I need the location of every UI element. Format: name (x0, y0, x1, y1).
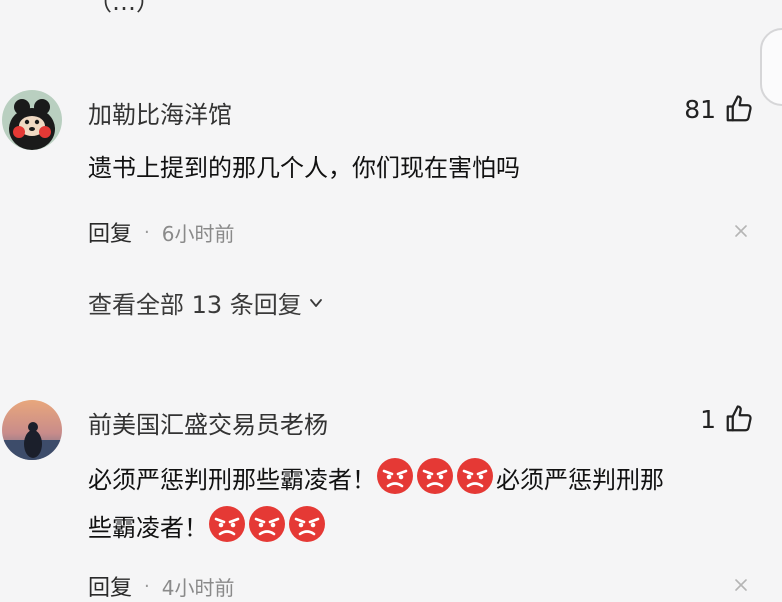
comment-text-part3: 些霸凌者！ (88, 514, 208, 542)
avatar[interactable] (2, 400, 62, 460)
angry-face-emoji (376, 457, 414, 495)
timestamp: 6小时前 (161, 221, 235, 246)
comment-text: 遗书上提到的那几个人，你们现在害怕吗 (88, 154, 520, 182)
comment-meta: 回复 · 6小时前 (88, 216, 234, 248)
username[interactable]: 加勒比海洋馆 (88, 95, 232, 130)
thumbs-up-icon (724, 94, 754, 124)
side-edge-button[interactable] (760, 28, 782, 106)
like-count: 81 (684, 94, 716, 124)
reply-button[interactable]: 回复 (88, 216, 132, 248)
comment-text-part2: 必须严惩判刑那 (496, 466, 664, 494)
avatar[interactable] (2, 90, 62, 150)
close-icon[interactable] (734, 578, 748, 592)
timestamp: 4小时前 (161, 575, 235, 600)
close-icon[interactable] (734, 224, 748, 238)
separator-dot: · (144, 575, 150, 597)
angry-face-emoji (248, 505, 286, 543)
angry-face-emoji (456, 457, 494, 495)
separator-dot: · (144, 221, 150, 243)
view-replies-link[interactable]: 查看全部 13 条回复 (88, 285, 324, 320)
comment-text-part1: 必须严惩判刑那些霸凌者！ (88, 466, 376, 494)
chevron-down-icon (308, 295, 324, 311)
comment-meta: 回复 · 4小时前 (88, 570, 234, 602)
like-button[interactable]: 81 (684, 94, 754, 124)
like-count: 1 (700, 404, 716, 434)
angry-face-emoji (208, 505, 246, 543)
reply-button[interactable]: 回复 (88, 570, 132, 602)
partial-top-text: （…） (88, 0, 160, 16)
like-button[interactable]: 1 (700, 404, 754, 434)
angry-face-emoji (416, 457, 454, 495)
comment-text: 必须严惩判刑那些霸凌者！ 必须严惩判刑那 些霸凌者！ (88, 456, 758, 552)
username[interactable]: 前美国汇盛交易员老杨 (88, 405, 328, 440)
view-replies-label: 查看全部 13 条回复 (88, 291, 302, 319)
thumbs-up-icon (724, 404, 754, 434)
angry-face-emoji (288, 505, 326, 543)
